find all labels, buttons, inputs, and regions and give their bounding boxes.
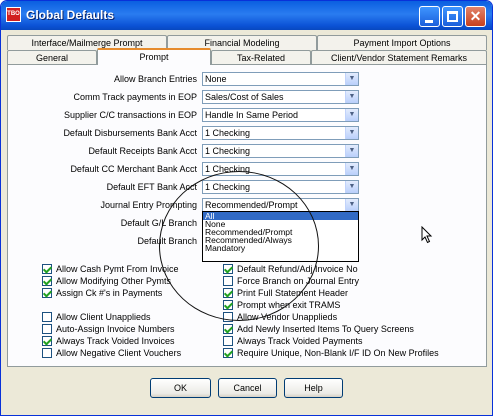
close-icon: ✕ [469, 8, 482, 24]
label-comm-track-payments: Comm Track payments in EOP [73, 92, 197, 102]
chevron-down-icon[interactable]: ▼ [345, 145, 358, 157]
default-disbursements-bank-select[interactable]: 1 Checking ▼ [202, 126, 359, 140]
ok-button[interactable]: OK [150, 378, 211, 398]
label-default-cc-merchant-bank: Default CC Merchant Bank Acct [70, 164, 197, 174]
maximize-icon [447, 11, 458, 22]
select-value: Sales/Cost of Sales [205, 92, 284, 102]
minimize-icon [425, 20, 433, 23]
label-allow-branch-entries: Allow Branch Entries [113, 74, 197, 84]
label-default-eft-bank: Default EFT Bank Acct [106, 182, 197, 192]
tab-tax-related[interactable]: Tax-Related [211, 50, 311, 65]
maximize-button[interactable] [442, 6, 463, 27]
checkbox-box[interactable] [42, 324, 52, 334]
chevron-down-icon[interactable]: ▼ [345, 73, 358, 85]
checkbox-label: Always Track Voided Payments [237, 336, 363, 346]
checkbox-box[interactable] [42, 288, 52, 298]
label-default-disbursements-bank: Default Disbursements Bank Acct [63, 128, 197, 138]
comm-track-payments-select[interactable]: Sales/Cost of Sales ▼ [202, 90, 359, 104]
checkbox-box[interactable] [223, 324, 233, 334]
checkbox-label: Assign Ck #'s in Payments [56, 288, 163, 298]
chevron-down-icon[interactable]: ▼ [345, 163, 358, 175]
label-supplier-cc-transactions: Supplier C/C transactions in EOP [63, 110, 197, 120]
checkbox-box[interactable] [42, 336, 52, 346]
select-value: None [205, 74, 227, 84]
checkbox-label: Add Newly Inserted Items To Query Screen… [237, 324, 414, 334]
checkbox-label: Auto-Assign Invoice Numbers [56, 324, 175, 334]
help-button[interactable]: Help [284, 378, 343, 398]
default-receipts-bank-select[interactable]: 1 Checking ▼ [202, 144, 359, 158]
checkbox-box[interactable] [42, 348, 52, 358]
close-button[interactable]: ✕ [465, 6, 486, 27]
checkbox-label: Allow Modifying Other Pymts [56, 276, 172, 286]
chevron-down-icon[interactable]: ▼ [345, 181, 358, 193]
checkbox-label: Allow Negative Client Vouchers [56, 348, 182, 358]
tab-general[interactable]: General [7, 50, 97, 65]
checkbox-label: Allow Cash Pymt From Invoice [56, 264, 179, 274]
tab-client-vendor-statement-remarks[interactable]: Client/Vendor Statement Remarks [311, 50, 487, 65]
chevron-down-icon[interactable]: ▼ [345, 91, 358, 103]
tab-payment-import-options[interactable]: Payment Import Options [317, 35, 487, 50]
select-value: 1 Checking [205, 128, 251, 138]
app-icon: TBO [6, 7, 21, 22]
cancel-button[interactable]: Cancel [218, 378, 277, 398]
checkbox-label: Require Unique, Non-Blank I/F ID On New … [237, 348, 439, 358]
select-value: Handle In Same Period [205, 110, 299, 120]
minimize-button[interactable] [419, 6, 440, 27]
allow-branch-entries-select[interactable]: None ▼ [202, 72, 359, 86]
label-default-receipts-bank: Default Receipts Bank Acct [88, 146, 197, 156]
title-bar[interactable]: TBO Global Defaults ✕ [1, 1, 492, 30]
supplier-cc-transactions-select[interactable]: Handle In Same Period ▼ [202, 108, 359, 122]
global-defaults-window: TBO Global Defaults ✕ Interface/Mailmerg… [0, 0, 493, 416]
mouse-pointer-icon [421, 226, 433, 244]
checkbox-box[interactable] [42, 312, 52, 322]
checkbox-box[interactable] [42, 264, 52, 274]
annotation-circle [159, 171, 319, 321]
checkbox-label: Allow Client Unapplieds [56, 312, 151, 322]
checkbox-label: Always Track Voided Invoices [56, 336, 175, 346]
checkbox-box[interactable] [223, 336, 233, 346]
checkbox-box[interactable] [223, 348, 233, 358]
window-title: Global Defaults [26, 8, 115, 22]
chevron-down-icon[interactable]: ▼ [345, 109, 358, 121]
chevron-down-icon[interactable]: ▼ [345, 199, 358, 211]
chevron-down-icon[interactable]: ▼ [345, 127, 358, 139]
select-value: 1 Checking [205, 146, 251, 156]
tab-prompt[interactable]: Prompt [97, 48, 211, 65]
checkbox-box[interactable] [42, 276, 52, 286]
